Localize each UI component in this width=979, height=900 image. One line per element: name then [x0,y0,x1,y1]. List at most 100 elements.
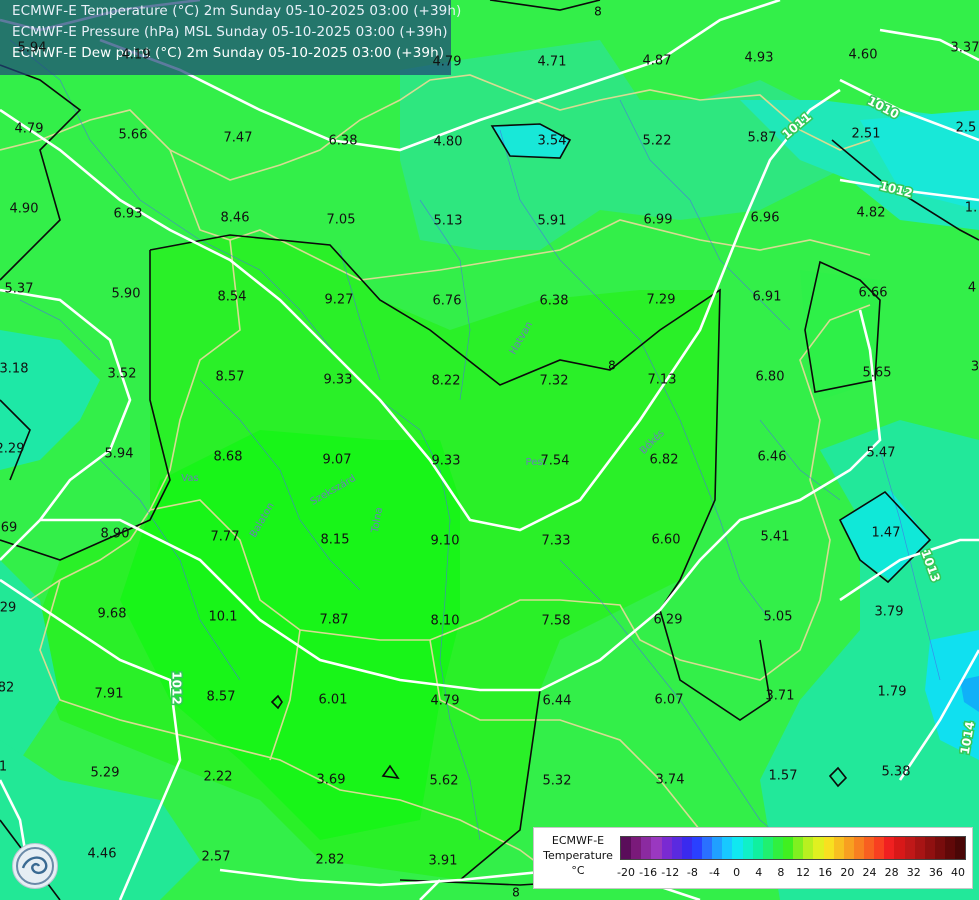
temperature-value: 4.71 [537,54,567,70]
legend-color-swatch [945,837,956,859]
temperature-value: 7.32 [539,373,569,389]
temperature-value: 9.33 [431,453,461,469]
temperature-value: 4 [967,280,977,296]
legend-color-swatch [783,837,794,859]
temperature-value: 5.13 [433,213,463,229]
temperature-value: 3.79 [874,604,904,620]
temperature-value: 5.65 [862,365,892,381]
temperature-value: 5.62 [429,773,459,789]
title-temperature: ECMWF-E Temperature (°C) 2m Sunday 05-10… [12,3,462,19]
legend-color-swatch [681,837,692,859]
title-pressure: ECMWF-E Pressure (hPa) MSL Sunday 05-10-… [12,24,448,40]
legend-color-swatch [803,837,814,859]
temperature-value: 2.5 [955,120,977,136]
temperature-value: 6.01 [318,692,348,708]
temperature-value: 5.05 [763,609,793,625]
legend-color-swatch [752,837,763,859]
temperature-value: 7.47 [223,130,253,146]
legend-tick-label: -20 [617,866,635,879]
dewpoint-contour-label: 8 [594,5,602,19]
temperature-value: 8.68 [213,449,243,465]
logo-icon [12,843,58,889]
legend-color-swatch [955,837,966,859]
legend-tick-label: 8 [777,866,785,879]
legend-color-swatch [793,837,804,859]
legend-color-swatch [843,837,854,859]
title-dewpoint: ECMWF-E Dew point (°C) 2m Sunday 05-10-2… [12,45,445,61]
temperature-value: 5.94 [104,446,134,462]
temperature-value: 6.07 [654,692,684,708]
temperature-value: 7.77 [210,529,240,545]
temperature-value: 2.82 [315,852,345,868]
temperature-value: 5.66 [118,127,148,143]
title-box: ECMWF-E Temperature (°C) 2m Sunday 05-10… [0,0,461,75]
temperature-value: 2.29 [0,441,25,457]
temperature-value: 6.46 [757,449,787,465]
legend-colorbar [620,836,966,860]
temperature-value: 6.91 [752,289,782,305]
temperature-value: 5.22 [642,133,672,149]
temperature-value: .82 [0,680,15,696]
temperature-value: 9.10 [430,533,460,549]
temperature-value: 8.22 [431,373,461,389]
legend-tick-label: -8 [686,866,698,879]
temperature-value: 9.33 [323,372,353,388]
temperature-value: .29 [0,600,17,616]
legend-color-swatch [641,837,652,859]
temperature-value: 5.90 [111,286,141,302]
legend-tick-label: 32 [906,866,921,879]
temperature-value: 6.38 [328,133,358,149]
temperature-value: 6.76 [432,293,462,309]
temperature-value: 5.29 [90,765,120,781]
temperature-value: 7.87 [319,612,349,628]
temperature-value: 5.47 [866,445,896,461]
temperature-value: 8.57 [206,689,236,705]
temperature-value: 8.90 [100,526,130,542]
legend-tick-label: 24 [862,866,877,879]
temperature-value: 5.41 [760,529,790,545]
temperature-value: 4.19 [121,47,151,63]
temperature-value: 6.66 [858,285,888,301]
temperature-value: 5.94 [17,40,47,56]
temperature-value: 4.82 [856,205,886,221]
temperature-legend: ECMWF-E Temperature °C -20 -16 -12 -8 -4 0 4 8 1… [533,827,973,889]
temperature-value: 5.37 [4,281,34,297]
legend-color-swatch [722,837,733,859]
legend-tick-label: 4 [755,866,763,879]
legend-color-swatch [904,837,915,859]
legend-color-swatch [772,837,783,859]
temperature-value: 3.91 [428,853,458,869]
temperature-value: 8.46 [220,210,250,226]
legend-color-swatch [621,837,632,859]
legend-color-swatch [924,837,935,859]
legend-ticks: -20 -16 -12 -8 -4 0 4 8 12 16 20 24 28 32 36 40 [617,866,965,880]
temperature-value: 7.05 [326,212,356,228]
temperature-value: 4.79 [432,54,462,70]
temperature-value: 8.15 [320,532,350,548]
legend-color-swatch [661,837,672,859]
temperature-value: 2.22 [203,769,233,785]
temperature-value: 3.69 [316,772,346,788]
temperature-value: 10.1 [208,609,238,625]
dewpoint-contour-label: 8 [512,886,520,900]
temperature-value: 7.58 [541,613,571,629]
legend-color-swatch [894,837,905,859]
legend-title-model: ECMWF-E [551,834,605,847]
legend-title: ECMWF-E Temperature °C [539,833,617,878]
temperature-value: .69 [0,520,18,536]
temperature-value: 1 [0,759,8,775]
temperature-value: 4.46 [87,846,117,862]
legend-color-swatch [651,837,662,859]
temperature-value: 3.18 [0,361,29,377]
temperature-value: 6.82 [649,452,679,468]
legend-tick-label: 12 [796,866,811,879]
legend-tick-label: 36 [928,866,943,879]
isobar-label: 1012 [170,671,184,704]
temperature-value: 7.29 [646,292,676,308]
temperature-value: 9.07 [322,452,352,468]
legend-color-swatch [833,837,844,859]
temperature-value: 7.13 [647,372,677,388]
legend-tick-label: 0 [733,866,741,879]
legend-color-swatch [732,837,743,859]
legend-title-variable: Temperature [543,849,613,862]
